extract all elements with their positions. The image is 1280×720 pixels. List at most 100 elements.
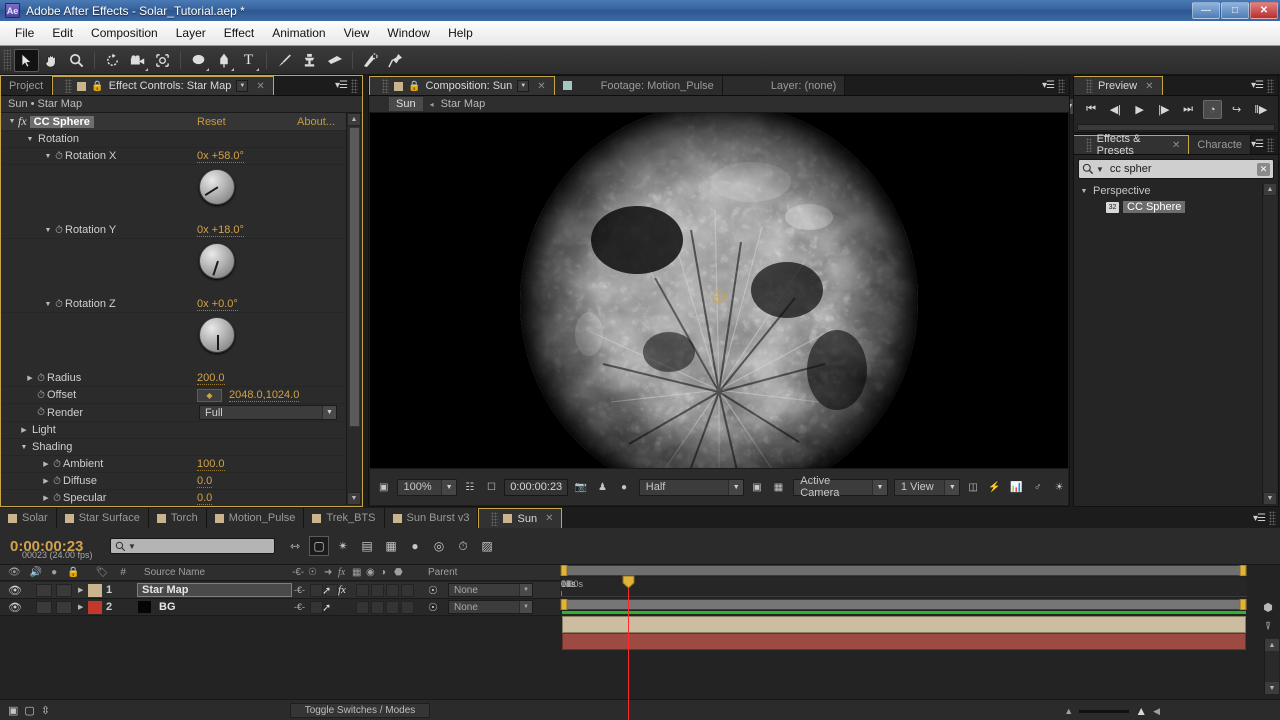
- chevron-down-icon[interactable]: ▼: [322, 406, 336, 419]
- param-row-rotation-z[interactable]: ⏱ Rotation Z 0x +0.0°: [1, 296, 347, 313]
- switch-collapse-icon[interactable]: ☉: [308, 567, 317, 578]
- switch-3d-layer-icon[interactable]: ⬣: [394, 567, 403, 578]
- region-of-interest-toggle-icon[interactable]: ▣: [748, 479, 766, 496]
- current-time-indicator[interactable]: [628, 577, 629, 720]
- param-value-diffuse[interactable]: 0.0: [197, 475, 213, 488]
- breadcrumb-layer-star-map[interactable]: Star Map: [441, 98, 486, 110]
- chevron-down-icon[interactable]: ▼: [944, 479, 960, 495]
- tab-close-icon[interactable]: ✕: [545, 513, 553, 524]
- switch-quality-icon[interactable]: ➜: [324, 567, 332, 578]
- param-row-offset[interactable]: ⏱ Offset ◆ 2048.0,1024.0: [1, 387, 347, 404]
- pen-tool-icon[interactable]: [211, 49, 236, 72]
- param-row-specular[interactable]: ⏱ Specular 0.0: [1, 490, 347, 506]
- scroll-up-icon[interactable]: ▲: [1263, 183, 1277, 196]
- param-value-rotation-z[interactable]: 0x +0.0°: [197, 298, 238, 311]
- chevron-down-icon[interactable]: ▼: [728, 479, 744, 495]
- parent-pickwhip-icon[interactable]: ☉: [428, 584, 438, 597]
- toggle-switches-modes-icon[interactable]: ▣: [8, 704, 18, 717]
- panel-grip-icon[interactable]: [1269, 511, 1276, 525]
- stopwatch-icon[interactable]: ⏱: [51, 493, 63, 504]
- rotation-z-knob[interactable]: [199, 317, 235, 353]
- stopwatch-icon[interactable]: ⏱: [53, 225, 65, 236]
- breadcrumb-comp-sun[interactable]: Sun: [389, 97, 423, 111]
- comp-marker-bin-icon[interactable]: ⬢: [1258, 597, 1278, 617]
- switch-3d-toggle[interactable]: [401, 583, 414, 597]
- tab-close-icon[interactable]: ✕: [1172, 140, 1180, 151]
- rotation-z-disclosure-icon[interactable]: [43, 301, 53, 308]
- menu-file[interactable]: File: [6, 23, 43, 43]
- rotation-x-disclosure-icon[interactable]: [43, 153, 53, 160]
- zoom-in-icon[interactable]: ▲: [1135, 704, 1147, 718]
- audio-speaker-icon[interactable]: 🔊: [30, 567, 42, 578]
- work-area-bar[interactable]: [561, 599, 1247, 610]
- audio-toggle[interactable]: [36, 583, 52, 597]
- effect-disclosure-icon[interactable]: [7, 118, 17, 125]
- chevron-down-icon[interactable]: ▼: [441, 479, 457, 495]
- scroll-down-icon[interactable]: ▼: [347, 492, 361, 505]
- shape-tool-expand-icon[interactable]: [206, 67, 209, 71]
- lock-icon[interactable]: 🔒: [408, 81, 420, 92]
- timeline-tab-torch[interactable]: Torch: [148, 508, 207, 528]
- menu-help[interactable]: Help: [439, 23, 482, 43]
- switch-motion-blur-toggle[interactable]: [371, 583, 384, 597]
- group-row-rotation[interactable]: Rotation: [1, 131, 347, 148]
- region-of-interest-icon[interactable]: ☐: [483, 479, 501, 496]
- effects-item-cc-sphere[interactable]: 32 CC Sphere: [1074, 199, 1278, 215]
- parent-column[interactable]: Parent: [428, 567, 457, 578]
- group-row-shading[interactable]: Shading: [1, 439, 347, 456]
- switch-frame-blend-toggle[interactable]: [356, 583, 369, 597]
- panel-menu-icon[interactable]: ▾☰: [1251, 139, 1264, 150]
- switch-shy-icon[interactable]: -€-: [294, 602, 305, 612]
- menu-edit[interactable]: Edit: [43, 23, 82, 43]
- panel-grip-icon[interactable]: [1058, 78, 1065, 93]
- solo-icon[interactable]: ●: [51, 567, 57, 578]
- stopwatch-icon[interactable]: ⏱: [35, 407, 47, 418]
- timeline-tab-trek-bts[interactable]: Trek_BTS: [304, 508, 385, 528]
- first-frame-button[interactable]: ⏮: [1082, 100, 1101, 119]
- rotation-y-disclosure-icon[interactable]: [43, 227, 53, 234]
- hand-tool-icon[interactable]: [39, 49, 64, 72]
- reset-exposure-icon[interactable]: ☀: [1050, 479, 1068, 496]
- stopwatch-icon[interactable]: ⏱: [35, 373, 47, 384]
- tab-project[interactable]: Project: [1, 76, 53, 95]
- view-layout-select[interactable]: 1 View ▼: [893, 478, 961, 496]
- search-filter-chevron-icon[interactable]: ▼: [128, 542, 136, 551]
- layer-label-color[interactable]: [88, 600, 102, 614]
- stopwatch-icon[interactable]: ⏱: [53, 299, 65, 310]
- scroll-down-icon[interactable]: ▼: [1263, 492, 1277, 505]
- menu-animation[interactable]: Animation: [263, 23, 334, 43]
- menu-view[interactable]: View: [335, 23, 379, 43]
- param-row-ambient[interactable]: ⏱ Ambient 100.0: [1, 456, 347, 473]
- tab-dropdown-icon[interactable]: ▼: [236, 80, 249, 92]
- switch-shy-icon[interactable]: -€-: [292, 567, 304, 578]
- maximize-button[interactable]: □: [1221, 2, 1249, 19]
- chevron-down-icon[interactable]: ▼: [519, 601, 532, 613]
- camera-tool-icon[interactable]: [125, 49, 150, 72]
- switch-motion-blur-icon[interactable]: ◉: [366, 567, 375, 578]
- panel-menu-icon[interactable]: ▾☰: [1042, 80, 1055, 91]
- tab-grip-icon[interactable]: [382, 79, 389, 93]
- clone-stamp-tool-icon[interactable]: [297, 49, 322, 72]
- zoom-level-select[interactable]: 100% ▼: [396, 478, 458, 496]
- ram-preview-button[interactable]: ◔: [1202, 100, 1222, 119]
- current-time-display[interactable]: 0:00:00:23: [504, 478, 569, 496]
- stopwatch-icon[interactable]: ⏱: [51, 459, 63, 470]
- composition-viewport[interactable]: [370, 113, 1068, 470]
- layer-disclosure-icon[interactable]: ▶: [78, 586, 83, 594]
- switch-effects-icon[interactable]: fx: [338, 567, 345, 578]
- specular-disclosure-icon[interactable]: [41, 494, 51, 502]
- parent-select[interactable]: None ▼: [448, 600, 533, 614]
- graph-editor-icon[interactable]: ▨: [477, 536, 497, 556]
- composition-mini-flowchart-icon[interactable]: ⇿: [285, 536, 305, 556]
- shape-tool-icon[interactable]: [186, 49, 211, 72]
- close-button[interactable]: ✕: [1250, 2, 1278, 19]
- param-value-rotation-x[interactable]: 0x +58.0°: [197, 150, 244, 163]
- zoom-out-icon[interactable]: ▲: [1064, 706, 1073, 716]
- ambient-disclosure-icon[interactable]: [41, 460, 51, 468]
- timeline-search-input[interactable]: ▼: [110, 538, 275, 554]
- lock-icon[interactable]: 🔒: [91, 81, 103, 92]
- source-name-column[interactable]: Source Name: [144, 567, 205, 578]
- layer-source-name[interactable]: BG: [155, 600, 310, 614]
- frame-blending-icon[interactable]: ▤: [357, 536, 377, 556]
- graph-editor-toggle-icon[interactable]: ◎: [429, 536, 449, 556]
